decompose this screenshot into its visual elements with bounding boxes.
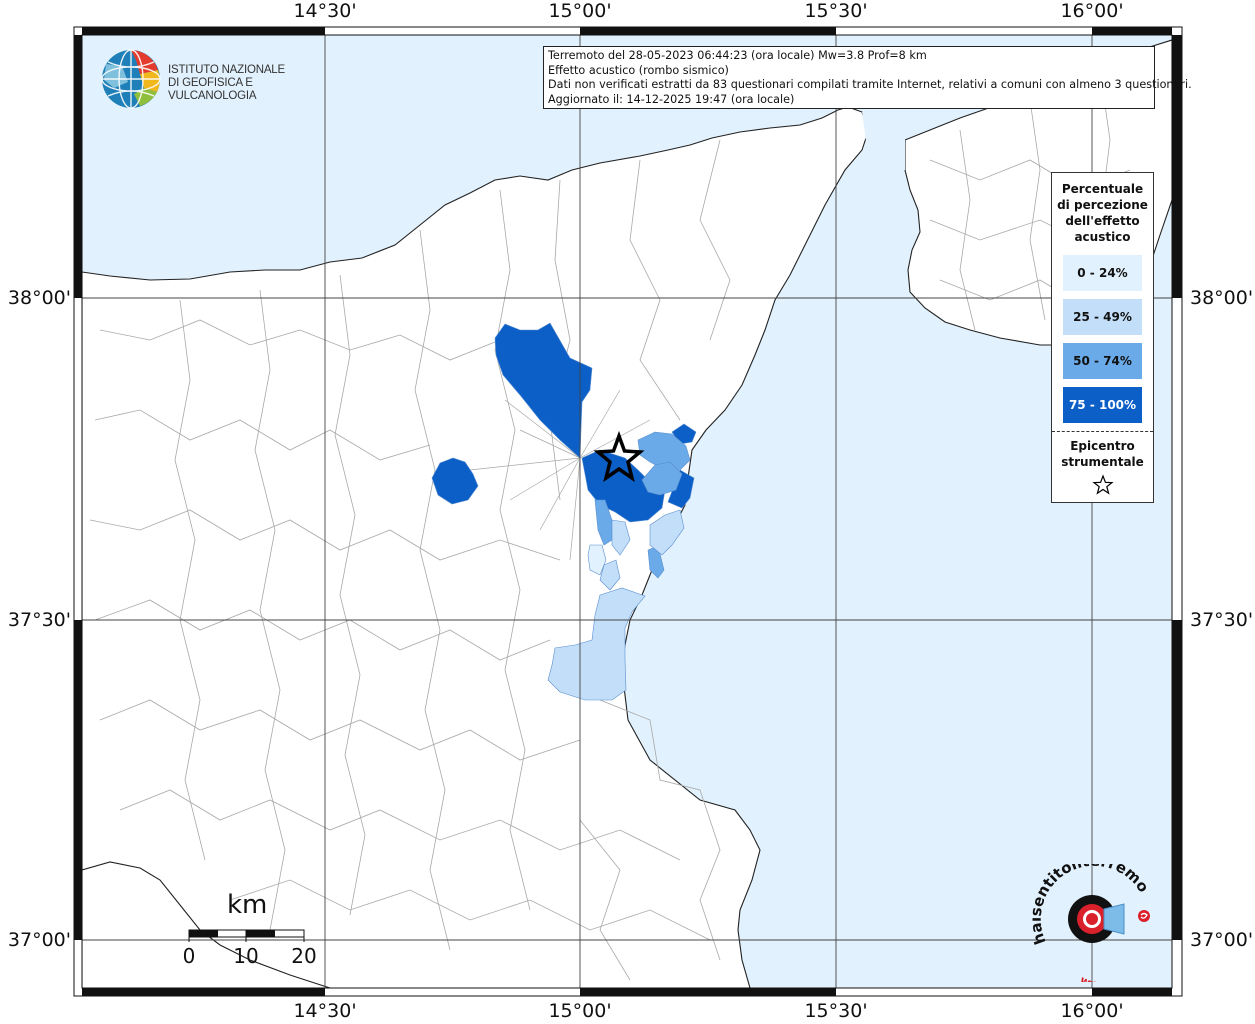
haisentito-logo: haisentitoilterremoto.it www. [1027, 850, 1160, 991]
event-info-box: Terremoto del 28-05-2023 06:44:23 (ora l… [543, 46, 1192, 109]
event-info-line: Dati non verificati estratti da 83 quest… [548, 78, 1192, 92]
legend-title-line: acustico [1074, 230, 1131, 244]
ingv-name-line: ISTITUTO NAZIONALE [168, 64, 285, 76]
lat-label-right: 38°00' [1190, 287, 1254, 309]
legend-title-line: di percezione [1057, 198, 1148, 212]
legend-title: Percentuale di percezione dell'effetto a… [1052, 181, 1153, 245]
legend-item-0-24: 0 - 24% [1063, 255, 1142, 291]
event-info-line: Aggiornato il: 14-12-2025 19:47 (ora loc… [548, 92, 795, 106]
legend-epicenter-line: strumentale [1061, 455, 1144, 469]
event-info-line: Terremoto del 28-05-2023 06:44:23 (ora l… [548, 49, 927, 62]
lon-label-bottom: 16°00' [1060, 1000, 1124, 1022]
scale-tick-label: 10 [233, 944, 259, 968]
lat-label-right: 37°30' [1190, 609, 1254, 631]
legend-title-line: dell'effetto [1065, 214, 1140, 228]
lat-label-right: 37°00' [1190, 929, 1254, 951]
scale-unit: km [227, 890, 268, 920]
legend-epicenter-line: Epicentro [1070, 439, 1135, 453]
legend-title-line: Percentuale [1061, 182, 1144, 196]
legend: Percentuale di percezione dell'effetto a… [1051, 172, 1154, 503]
lon-label-top: 16°00' [1060, 0, 1124, 22]
legend-divider [1052, 431, 1153, 432]
legend-item-50-74: 50 - 74% [1063, 343, 1142, 379]
lon-label-bottom: 15°30' [804, 1000, 868, 1022]
ingv-name-line: DI GEOFISICA E VULCANOLOGIA [168, 77, 257, 102]
haisentito-logo-graphic: haisentitoilterremoto.it www. [1027, 850, 1153, 991]
legend-item-75-100: 75 - 100% [1063, 387, 1142, 423]
haisentito-www-text: www. [1078, 973, 1113, 982]
event-info-line: Effetto acustico (rombo sismico) [548, 63, 729, 77]
lon-label-bottom: 15°00' [548, 1000, 612, 1022]
lat-label-left: 38°00' [7, 287, 71, 309]
lon-label-top: 15°30' [804, 0, 868, 22]
legend-item-25-49: 25 - 49% [1063, 299, 1142, 335]
star-icon [1091, 474, 1114, 495]
legend-epicenter-label: Epicentro strumentale [1052, 438, 1153, 470]
lat-label-left: 37°30' [7, 609, 71, 631]
lon-label-top: 15°00' [548, 0, 612, 22]
scale-tick-label: 20 [291, 944, 317, 968]
lon-label-top: 14°30' [293, 0, 357, 22]
globe-icon [101, 49, 161, 109]
scale-tick-label: 0 [182, 944, 196, 968]
ingv-name: ISTITUTO NAZIONALE DI GEOFISICA E VULCAN… [168, 64, 330, 103]
lon-label-bottom: 14°30' [293, 1000, 357, 1022]
lat-label-left: 37°00' [7, 929, 71, 951]
ingv-logo: ISTITUTO NAZIONALE DI GEOFISICA E VULCAN… [100, 47, 330, 111]
